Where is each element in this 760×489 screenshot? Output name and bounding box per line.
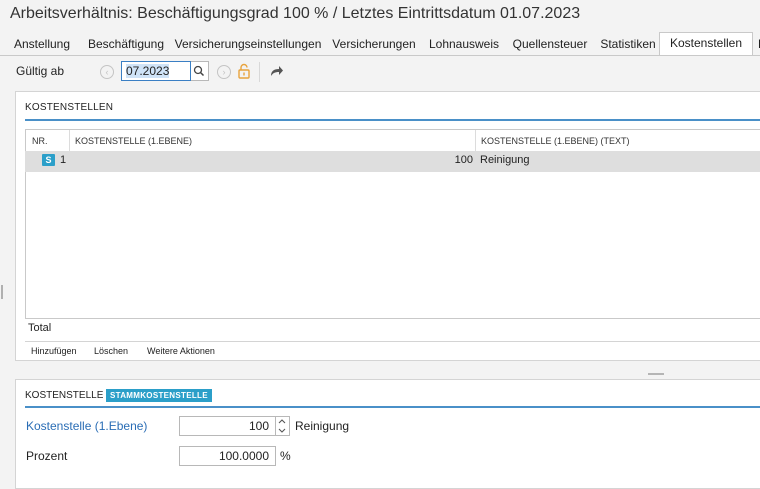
valid-from-label: Gültig ab (16, 64, 65, 78)
unlock-icon[interactable] (237, 63, 251, 79)
total-divider (25, 341, 760, 342)
tab-bar: Anstellung Beschäftigung Versicherungsei… (6, 32, 760, 56)
tab-versicherungen[interactable]: Versicherungen (326, 33, 422, 55)
total-label: Total (28, 322, 52, 334)
date-value: 07.2023 (126, 64, 170, 78)
prozent-unit: % (280, 449, 291, 463)
table-row[interactable]: S 1 100 Reinigung (25, 151, 760, 172)
add-button[interactable]: Hinzufügen (31, 346, 77, 356)
share-arrow-icon[interactable] (269, 64, 285, 78)
splitter-grip-icon[interactable] (648, 373, 664, 375)
column-header-nr[interactable]: NR. (32, 136, 48, 146)
column-separator (69, 130, 70, 152)
tab-beschaeftigung[interactable]: Beschäftigung (82, 33, 170, 55)
tab-anstellung[interactable]: Anstellung (6, 33, 78, 55)
kostenstelle-text-value: Reinigung (295, 419, 350, 433)
valid-from-input[interactable]: 07.2023 (121, 61, 191, 81)
cost-centers-title: KOSTENSTELLEN (25, 102, 114, 113)
row-status-badge: S (42, 154, 55, 166)
kostenstelle-input[interactable]: 100 (179, 416, 276, 436)
kostenstelle-stepper[interactable] (276, 416, 290, 436)
toolbar-separator (259, 62, 260, 82)
column-separator (475, 130, 476, 152)
detail-title: KOSTENSTELLE (25, 390, 104, 401)
column-header-kostenstelle-text[interactable]: KOSTENSTELLE (1.EBENE) (TEXT) (481, 136, 630, 146)
tab-divider (0, 55, 760, 56)
panel-splitter[interactable] (0, 369, 760, 378)
tab-lohnausweis[interactable]: Lohnausweis (422, 33, 506, 55)
primary-cost-center-badge: STAMMKOSTENSTELLE (106, 389, 212, 402)
tab-kostenstellen[interactable]: Kostenstellen (659, 32, 753, 56)
tab-versicherungseinstellungen[interactable]: Versicherungseinstellungen (172, 33, 324, 55)
tab-quellensteuer[interactable]: Quellensteuer (506, 33, 594, 55)
column-header-kostenstelle[interactable]: KOSTENSTELLE (1.EBENE) (75, 136, 192, 146)
cost-centers-title-underline (25, 119, 760, 121)
side-grip-icon[interactable] (1, 285, 3, 299)
stepper-arrows-icon (278, 419, 286, 433)
prozent-field-label: Prozent (26, 449, 68, 463)
search-icon (193, 65, 205, 77)
tab-statistiken[interactable]: Statistiken (594, 33, 662, 55)
cell-kostenstelle-text: Reinigung (480, 154, 530, 166)
next-circle-icon[interactable]: › (217, 65, 231, 79)
more-actions-button[interactable]: Weitere Aktionen (147, 346, 215, 356)
kostenstelle-field-label[interactable]: Kostenstelle (1.Ebene) (26, 419, 147, 433)
prev-circle-icon[interactable]: ‹ (100, 65, 114, 79)
cell-nr: 1 (60, 154, 67, 166)
window-title: Arbeitsverhältnis: Beschäftigungsgrad 10… (10, 5, 581, 22)
tab-overflow[interactable]: D (753, 33, 760, 55)
cell-kostenstelle: 100 (454, 154, 473, 166)
search-button[interactable] (191, 61, 209, 81)
delete-button[interactable]: Löschen (94, 346, 128, 356)
detail-title-underline (25, 406, 760, 408)
prozent-input[interactable]: 100.0000 (179, 446, 276, 466)
